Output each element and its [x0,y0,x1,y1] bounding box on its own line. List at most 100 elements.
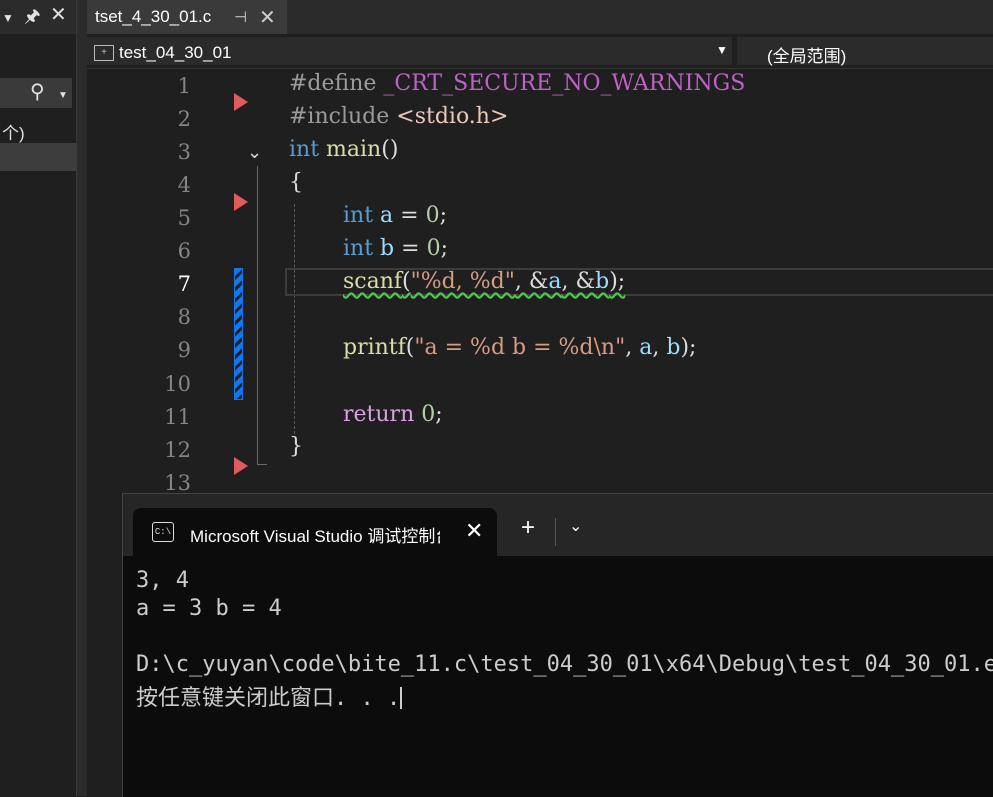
preprocessor-directive: #include [289,104,397,129]
debug-console-window: C:\ Microsoft Visual Studio 调试控制台 ✕ + ⌄ … [122,493,993,797]
number: 0 [425,203,440,228]
project-name: test_04_30_01 [119,43,232,62]
line-number: 11 [164,405,191,429]
punctuation: ( [402,269,411,294]
variable: b [380,236,395,261]
line-number: 12 [164,438,191,462]
tree-item-text: 个) [2,124,25,143]
scope-label: (全局范围) [767,47,847,66]
number: 0 [421,402,436,427]
line-number-active: 7 [177,272,191,296]
operator: = [393,203,426,228]
editor-tab[interactable]: tset_4_30_01.c ⊣ ✕ [87,0,287,34]
console-output-line: 按任意键关闭此窗口. . . [136,680,403,712]
breakpoint-arrow-icon[interactable] [234,193,248,211]
text-cursor [400,687,403,709]
code-line-7[interactable]: scanf("%d, %d", &a, &b); [343,269,625,294]
dropdown-triangle-icon[interactable]: ▼ [2,9,14,27]
code-line-2[interactable]: #include <stdio.h> [289,104,508,129]
scope-dropdown[interactable]: (全局范围) [737,37,993,66]
chevron-down-icon[interactable]: ▼ [716,43,728,57]
terminal-tab-bar: C:\ Microsoft Visual Studio 调试控制台 ✕ + ⌄ [123,494,993,556]
operator: = [394,236,427,261]
code-line-1[interactable]: #define _CRT_SECURE_NO_WARNINGS [289,71,745,96]
line-number: 5 [177,206,191,230]
punctuation: , & [561,269,596,294]
punctuation: , & [514,269,549,294]
punctuation: , [652,335,667,360]
variable: a [380,203,394,228]
line-number: 4 [177,173,191,197]
punctuation: ); [609,269,626,294]
solution-explorer-panel: ▼ 🖈 ✕ ⚲ ▼ 个) [0,0,77,796]
plus-icon[interactable]: + [521,516,535,540]
function-name: printf [343,335,406,360]
file-icon: + [94,45,114,61]
brace: } [289,434,303,459]
line-number: 1 [177,74,191,98]
tree-item-selected[interactable] [0,143,76,171]
brace: { [289,170,303,195]
function-name: main [326,137,382,162]
close-icon[interactable]: ✕ [50,5,67,25]
number: 0 [426,236,441,261]
code-line-12[interactable]: } [289,434,303,459]
preprocessor-directive: #define [289,71,384,96]
line-number: 8 [177,305,191,329]
fold-chevron-icon[interactable]: ⌄ [247,142,262,163]
punctuation: , [625,335,640,360]
function-name: scanf [343,269,403,294]
breakpoint-arrow-icon[interactable] [234,457,248,475]
navigation-bar: + test_04_30_01 ▼ (全局范围) [87,34,993,69]
punctuation: ; [435,402,443,427]
code-line-11[interactable]: return 0; [343,402,443,427]
keyword: int [343,236,374,261]
console-output-line: D:\c_yuyan\code\bite_11.c\test_04_30_01\… [136,652,993,677]
line-number: 10 [164,372,191,396]
include-path: <stdio.h> [396,104,509,129]
keyword: int [343,203,374,228]
terminal-tab[interactable]: C:\ Microsoft Visual Studio 调试控制台 ✕ [133,508,497,556]
keyword: int [289,137,320,162]
breakpoint-arrow-icon[interactable] [234,93,248,111]
divider [555,518,556,546]
console-prompt-text: 按任意键关闭此窗口. . . [136,686,401,711]
macro-name: _CRT_SECURE_NO_WARNINGS [383,71,746,96]
keyword: return [343,402,415,427]
line-number: 2 [177,107,191,131]
chevron-down-icon[interactable]: ⌄ [569,516,582,536]
line-number: 6 [177,239,191,263]
punctuation: ; [440,236,448,261]
search-dropdown-icon[interactable]: ▼ [58,87,68,105]
close-icon[interactable]: ✕ [465,518,483,544]
pin-icon[interactable]: ⊣ [234,8,247,26]
variable: b [666,335,681,360]
punctuation: ; [439,203,448,228]
terminal-icon: C:\ [152,522,174,542]
variable: a [639,335,653,360]
code-line-4[interactable]: { [289,170,303,195]
code-line-5[interactable]: int a = 0; [343,203,447,228]
console-output-line: a = 3 b = 4 [136,596,282,621]
pin-icon[interactable]: 🖈 [24,7,41,25]
code-line-6[interactable]: int b = 0; [343,236,448,261]
code-line-9[interactable]: printf("a = %d b = %d\n", a, b); [343,335,696,360]
search-icon[interactable]: ⚲ [30,82,45,102]
project-dropdown[interactable]: + test_04_30_01 ▼ [87,37,732,65]
search-box[interactable]: ⚲ ▼ [0,78,72,108]
change-indicator [234,268,243,400]
line-number: 13 [164,471,191,495]
console-output-line: 3, 4 [136,568,189,593]
close-icon[interactable]: ✕ [259,5,276,30]
line-number: 9 [177,338,191,362]
splitter[interactable] [77,0,87,796]
editor-tab-title: tset_4_30_01.c [95,7,212,26]
terminal-tab-title: Microsoft Visual Studio 调试控制台 [190,527,440,546]
line-number: 3 [177,140,191,164]
code-line-3[interactable]: int main() [289,137,398,162]
string-literal: "a = %d b = %d\n" [414,335,626,360]
editor-tab-bar: tset_4_30_01.c ⊣ ✕ [87,0,993,34]
indent-guide [294,204,295,434]
punctuation: () [381,137,399,162]
variable: b [595,269,610,294]
